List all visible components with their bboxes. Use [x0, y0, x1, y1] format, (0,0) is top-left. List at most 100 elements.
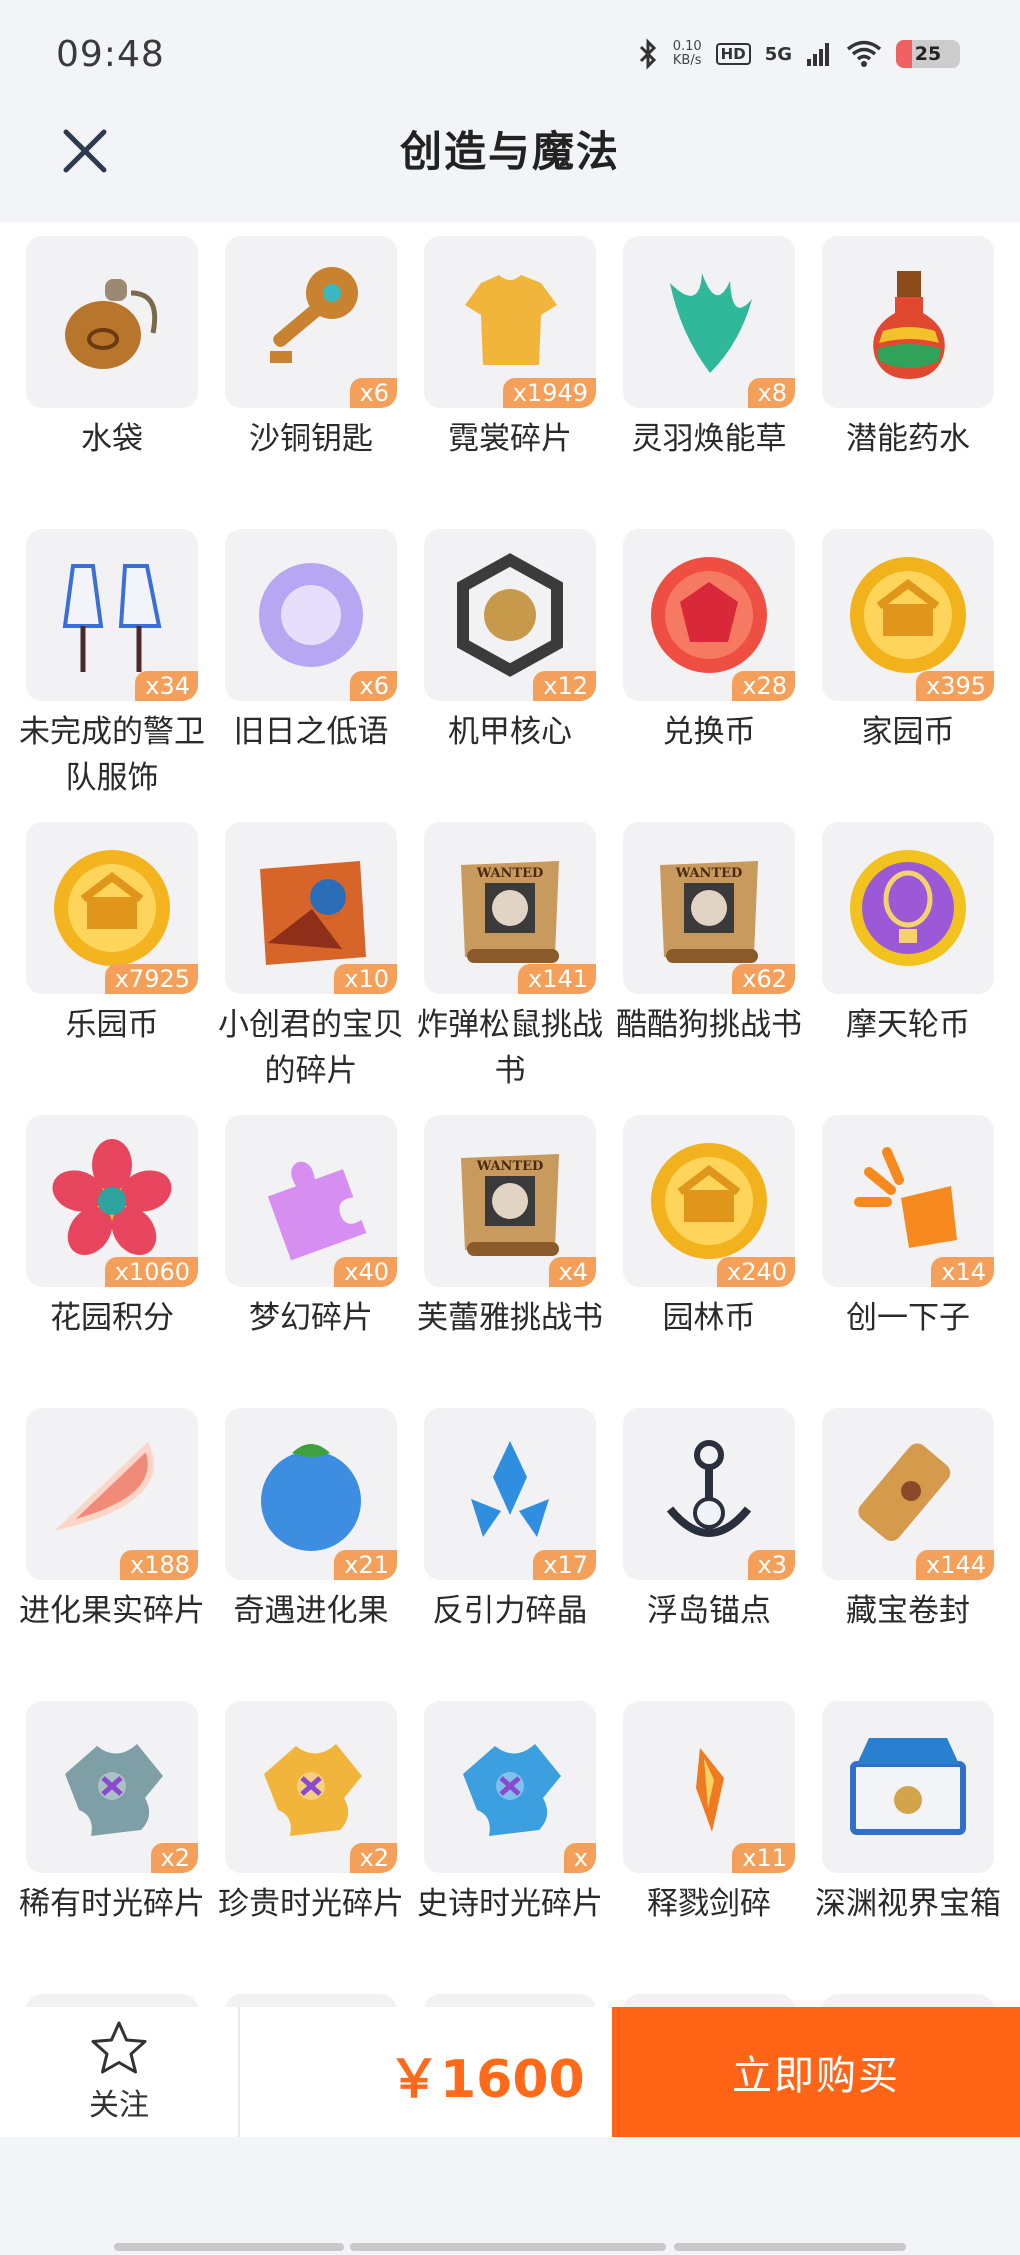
- item-card[interactable]: x3 浮岛锚点: [623, 1408, 795, 1701]
- item-tile: [424, 1994, 596, 2007]
- item-card[interactable]: x 史诗时光碎片: [417, 1701, 603, 1994]
- herb-icon: [670, 273, 752, 373]
- price: ￥1600: [388, 2050, 585, 2110]
- item-name: 史诗时光碎片: [417, 1886, 603, 1922]
- item-card[interactable]: x12 机甲核心: [424, 529, 596, 822]
- item-tile: [26, 236, 198, 408]
- item-card[interactable]: x1949 霓裳碎片: [424, 236, 596, 529]
- potion-icon: [873, 271, 945, 379]
- item-tile: x6: [225, 529, 397, 701]
- coin-home-icon: [850, 557, 966, 673]
- item-tile: x144: [822, 1408, 994, 1580]
- item-card[interactable]: x34 未完成的警卫队服饰: [19, 529, 205, 822]
- item-card[interactable]: WANTED x62 酷酷狗挑战书: [616, 822, 802, 1115]
- item-name: 奇遇进化果: [233, 1593, 389, 1629]
- nav-indicator-right: [674, 2243, 906, 2251]
- item-card[interactable]: 深渊视界宝箱: [815, 1701, 1001, 1994]
- item-card[interactable]: x2 稀有时光碎片: [19, 1701, 205, 1994]
- item-name: 浮岛锚点: [647, 1593, 771, 1629]
- fruit-slice-icon: [54, 1441, 154, 1531]
- item-card[interactable]: x17 反引力碎晶: [424, 1408, 596, 1701]
- item-tile: [822, 822, 994, 994]
- item-tile: [822, 1701, 994, 1873]
- item-name: 珍贵时光碎片: [218, 1886, 404, 1922]
- item-card[interactable]: [822, 1994, 994, 2007]
- time-shard-icon: [65, 1744, 163, 1836]
- item-tile: x14: [822, 1115, 994, 1287]
- item-card[interactable]: 摩天轮币: [822, 822, 994, 1115]
- battery-fill: [896, 40, 912, 68]
- item-card[interactable]: x10 小创君的宝贝的碎片: [218, 822, 404, 1115]
- item-quantity: x6: [349, 671, 397, 701]
- item-quantity: x1060: [104, 1257, 198, 1287]
- item-quantity: x: [563, 1843, 596, 1873]
- item-card[interactable]: x21 奇遇进化果: [225, 1408, 397, 1701]
- item-quantity: x17: [533, 1550, 596, 1580]
- item-name: 水袋: [81, 421, 143, 457]
- item-card[interactable]: x14 创一下子: [822, 1115, 994, 1408]
- item-quantity: x11: [732, 1843, 795, 1873]
- svg-text:WANTED: WANTED: [675, 866, 743, 881]
- item-tile: WANTED x62: [623, 822, 795, 994]
- item-card[interactable]: x144 藏宝卷封: [822, 1408, 994, 1701]
- nav-indicator-left: [114, 2243, 344, 2251]
- item-card[interactable]: x40 梦幻碎片: [225, 1115, 397, 1408]
- item-card[interactable]: [225, 1994, 397, 2007]
- item-card[interactable]: x28 兑换币: [623, 529, 795, 822]
- item-card[interactable]: x6 沙铜钥匙: [225, 236, 397, 529]
- item-quantity: x62: [732, 964, 795, 994]
- item-tile: x34: [26, 529, 198, 701]
- item-tile: [26, 1994, 198, 2007]
- item-card[interactable]: WANTED x141 炸弹松鼠挑战书: [417, 822, 603, 1115]
- wanted-scroll-icon: WANTED: [660, 861, 758, 963]
- item-quantity: x21: [334, 1550, 397, 1580]
- chest-icon: [850, 1738, 966, 1835]
- item-card[interactable]: x2 珍贵时光碎片: [218, 1701, 404, 1994]
- item-quantity: x240: [716, 1257, 795, 1287]
- item-card[interactable]: x1060 花园积分: [26, 1115, 198, 1408]
- follow-label: 关注: [89, 2088, 149, 2123]
- buy-now-button[interactable]: 立即购买: [612, 2007, 1020, 2137]
- item-list[interactable]: 水袋 x6 沙铜钥匙 x1949 霓裳碎片 x8 灵羽焕能草 潜能药水 x34 未完成的警卫队服饰…: [0, 222, 1020, 2007]
- item-tile: x12: [424, 529, 596, 701]
- item-card[interactable]: x6 旧日之低语: [225, 529, 397, 822]
- item-card[interactable]: [26, 1994, 198, 2007]
- follow-button[interactable]: 关注: [0, 2007, 240, 2137]
- item-tile: x395: [822, 529, 994, 701]
- item-name: 灵羽焕能草: [631, 421, 787, 457]
- bottom-bar: 关注 ￥1600 立即购买: [0, 2007, 1020, 2137]
- item-card[interactable]: x188 进化果实碎片: [19, 1408, 205, 1701]
- item-name: 潜能药水: [846, 421, 970, 457]
- item-tile: x3: [623, 1408, 795, 1580]
- item-card[interactable]: x395 家园币: [822, 529, 994, 822]
- star-icon: [91, 2021, 147, 2074]
- item-card[interactable]: x240 园林币: [623, 1115, 795, 1408]
- item-quantity: x40: [334, 1257, 397, 1287]
- key-icon: [270, 267, 358, 363]
- item-card[interactable]: [623, 1994, 795, 2007]
- item-card[interactable]: WANTED x4 芙蕾雅挑战书: [417, 1115, 603, 1408]
- signal-icon: [807, 43, 829, 66]
- item-quantity: x3: [747, 1550, 795, 1580]
- item-tile: x40: [225, 1115, 397, 1287]
- item-quantity: x34: [135, 671, 198, 701]
- item-card[interactable]: x11 释戮剑碎: [623, 1701, 795, 1994]
- item-name: 小创君的宝贝的碎片: [218, 1007, 404, 1089]
- item-card[interactable]: 水袋: [26, 236, 198, 529]
- item-name: 沙铜钥匙: [249, 421, 373, 457]
- item-card[interactable]: x8 灵羽焕能草: [623, 236, 795, 529]
- item-name: 摩天轮币: [846, 1007, 970, 1043]
- item-card[interactable]: x7925 乐园币: [26, 822, 198, 1115]
- item-quantity: x12: [533, 671, 596, 701]
- item-name: 兑换币: [662, 714, 756, 750]
- item-card[interactable]: [424, 1994, 596, 2007]
- item-tile: x2: [225, 1701, 397, 1873]
- wanted-scroll-icon: WANTED: [461, 1154, 559, 1256]
- item-card[interactable]: 潜能药水: [822, 236, 994, 529]
- hd-badge: HD: [715, 43, 751, 65]
- item-tile: [822, 1994, 994, 2007]
- item-name: 芙蕾雅挑战书: [417, 1300, 603, 1336]
- item-name: 花园积分: [50, 1300, 174, 1336]
- item-name: 乐园币: [65, 1007, 159, 1043]
- item-quantity: x2: [349, 1843, 397, 1873]
